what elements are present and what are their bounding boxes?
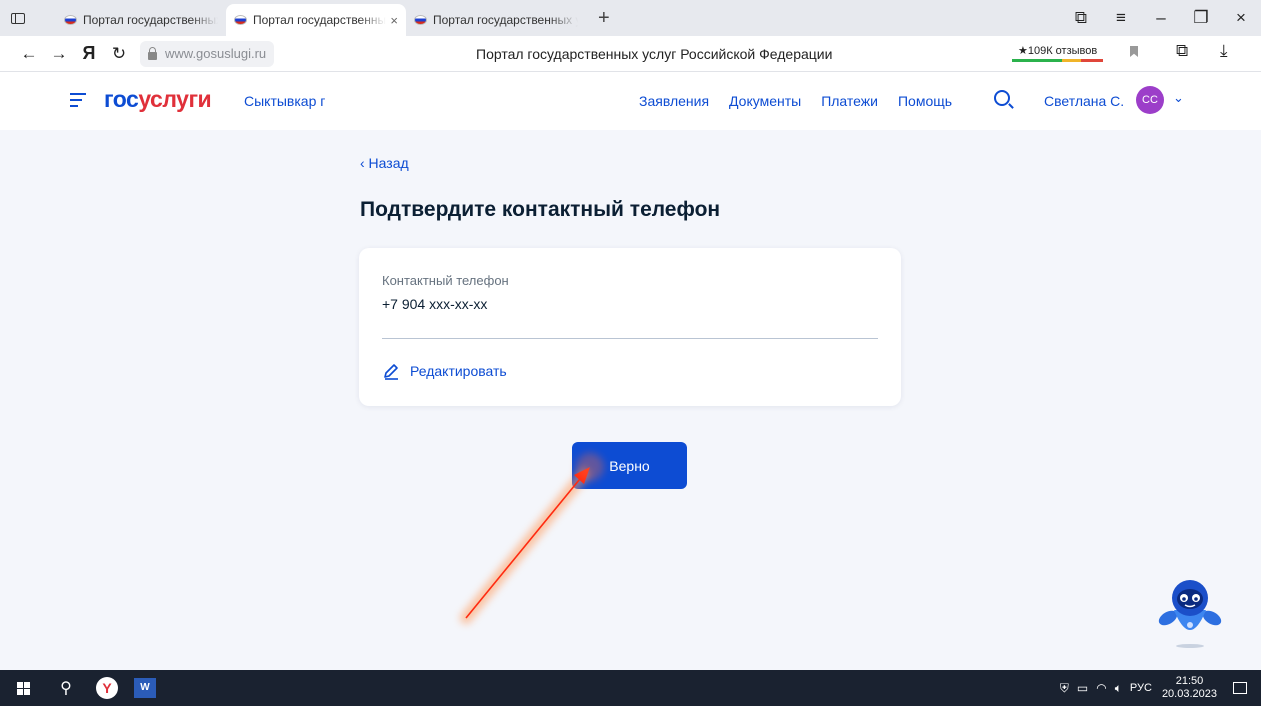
windows-start-icon[interactable] — [0, 670, 46, 706]
battery-icon[interactable]: ▭ — [1077, 681, 1088, 695]
language-indicator[interactable]: РУС — [1130, 682, 1152, 694]
windows-taskbar: ⚲ Y W ⛨ ▭ ◠ 🔈︎ РУС 21:50 20.03.2023 — [0, 670, 1261, 706]
search-icon[interactable]: ⚲ — [46, 678, 86, 698]
wifi-icon[interactable]: ◠ — [1096, 681, 1106, 695]
volume-icon[interactable]: 🔈︎ — [1115, 681, 1122, 696]
date: 20.03.2023 — [1161, 688, 1217, 700]
yandex-browser-icon[interactable]: Y — [96, 677, 118, 699]
clock[interactable]: 21:50 20.03.2023 — [1162, 675, 1217, 701]
word-icon[interactable]: W — [134, 678, 156, 698]
assistant-robot-icon[interactable] — [1150, 570, 1230, 650]
notification-icon[interactable] — [1233, 682, 1247, 694]
security-icon[interactable]: ⛨ — [1060, 681, 1069, 696]
system-tray: ⛨ ▭ ◠ 🔈︎ РУС 21:50 20.03.2023 — [1060, 670, 1261, 706]
time: 21:50 — [1175, 675, 1204, 687]
annotation-arrow — [460, 453, 604, 624]
